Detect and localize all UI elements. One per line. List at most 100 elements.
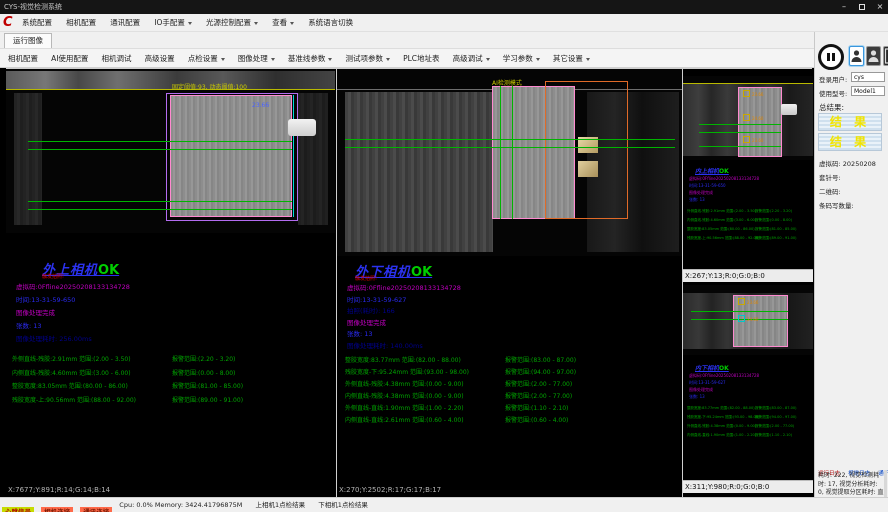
- measurement-row: 内侧直线-残胶:4.60mm 范围:(3.00 - 6.00)报警范围:(0.0…: [12, 367, 332, 381]
- camera-image-outer-upper[interactable]: 固定阈值:93, 动态阈值:100 23.66: [6, 69, 335, 233]
- overlay-green-vline: [512, 86, 513, 219]
- roi-cyan-box: [738, 315, 745, 322]
- camera-info-block: 虚拟码:0Ffline20250208133134728 时间:13-31-59…: [689, 175, 759, 203]
- tool-test-params[interactable]: 测试项参数: [346, 49, 391, 69]
- result-display-2: 结 果: [818, 133, 882, 151]
- upper-camera-spotcheck-link[interactable]: 上相机1点检结果: [256, 499, 306, 511]
- tool-advanced-debug[interactable]: 高级调试: [453, 49, 490, 69]
- info-line: 虚拟码:0Ffline20250208133134728: [16, 281, 130, 294]
- tab-bar: 运行图像: [0, 32, 888, 48]
- virtual-code-row: 虚拟码: 20250208: [819, 158, 876, 168]
- user-login-button[interactable]: [849, 46, 864, 66]
- pixel-coordinate-readout: X:7677;Y:891;R:14;G:14;B:14: [8, 486, 110, 494]
- sidebar: 登录用户: cys 使用型号: Model1 总结果: 结 果 结 果 虚拟码:…: [814, 32, 888, 497]
- trigger-label: 触发拍照!: [355, 275, 377, 282]
- tool-spotcheck-settings[interactable]: 点检设置: [188, 49, 225, 69]
- dropdown-arrow-icon: [221, 58, 225, 61]
- menu-system-config[interactable]: 系统配置: [22, 14, 52, 32]
- app-window: CYS-视觉检测系统 – × C 系统配置 相机配置 通讯配置 IO手配置 光源…: [0, 0, 888, 522]
- menu-camera-config[interactable]: 相机配置: [66, 14, 96, 32]
- maximize-icon[interactable]: [854, 0, 870, 14]
- camera-title: 内上相机OK: [695, 166, 729, 175]
- threshold-overlay-label: 固定阈值:93, 动态阈值:100: [172, 82, 247, 91]
- roi-yellow-box: [743, 90, 750, 97]
- dropdown-arrow-icon: [290, 22, 294, 25]
- lower-camera-spotcheck-link[interactable]: 下相机1点检结果: [318, 499, 368, 511]
- camera-panel-outer-upper: 固定阈值:93, 动态阈值:100 23.66 外上相机OK 触发拍照! 虚拟码…: [6, 69, 335, 497]
- info-line: 图像处理耗时: 256.00ms: [16, 333, 130, 346]
- info-line: 图像处理完成: [689, 386, 759, 393]
- measurement-row: 外侧直线-残胶:4.38mm 范围:(0.00 - 9.00)报警范围:(2.0…: [687, 422, 811, 431]
- ai-mode-overlay-label: AI检测模式: [492, 78, 522, 87]
- roi-value-label: 24.60: [747, 317, 758, 322]
- measurement-row: 外侧直线-残胶:2.91mm 范围:(2.00 - 3.50)报警范围:(2.2…: [687, 207, 811, 216]
- tool-plc-address-table[interactable]: PLC地址表: [403, 49, 439, 69]
- info-line: 图像处理完成: [16, 307, 130, 320]
- menu-io-config[interactable]: IO手配置: [154, 14, 192, 32]
- camera-panel-outer-lower: AI检测模式 外下相机OK 触发拍照! 虚拟码:0Ffline202502081…: [337, 69, 682, 497]
- measurement-row: 残胶宽度-下:95.24mm 范围:(93.00 - 98.00)报警范围:(9…: [345, 367, 680, 379]
- bottom-strip: [0, 512, 888, 522]
- exit-door-icon: [884, 47, 888, 65]
- tool-ai-use-config[interactable]: AI使用配置: [51, 49, 88, 69]
- dropdown-arrow-icon: [536, 58, 540, 61]
- tool-baseline-params[interactable]: 基准线参数: [288, 49, 333, 69]
- overlay-green-line: [28, 149, 292, 150]
- measurement-row: 整胶宽度:83.05mm 范围:(80.00 - 86.00)报警范围:(81.…: [12, 380, 332, 394]
- overlay-green-line: [691, 311, 788, 312]
- close-icon[interactable]: ×: [872, 0, 888, 14]
- info-line: 张数: 13: [347, 329, 461, 341]
- tab-run-image[interactable]: 运行图像: [4, 33, 52, 48]
- minimize-icon[interactable]: –: [836, 0, 852, 14]
- tool-other-settings[interactable]: 其它设置: [553, 49, 590, 69]
- tool-advanced-settings[interactable]: 高级设置: [145, 49, 175, 69]
- tool-camera-debug[interactable]: 相机调试: [102, 49, 132, 69]
- dropdown-arrow-icon: [486, 58, 490, 61]
- info-line: 拍照(耗时): 166: [347, 306, 461, 318]
- overlay-green-line: [345, 139, 675, 140]
- info-line: 图像处理完成: [689, 189, 759, 196]
- model-label: 使用型号:: [819, 88, 847, 98]
- person-icon: [850, 47, 863, 65]
- model-field[interactable]: Model1: [851, 86, 885, 96]
- overlay-green-line: [28, 201, 292, 202]
- measurement-row: 整胶宽度:83.77mm 范围:(82.00 - 88.00)报警范围:(83.…: [687, 404, 811, 413]
- camera-info-block: 虚拟码:0Ffline20250208133134728 时间:13-31-59…: [347, 283, 461, 352]
- exit-button[interactable]: [883, 46, 888, 66]
- camera-image-outer-lower[interactable]: AI检测模式: [337, 69, 682, 256]
- camera-image-inner-lower[interactable]: 23.66 24.60: [683, 285, 813, 355]
- user-manage-button[interactable]: [866, 46, 881, 66]
- roi-value-label: 23.66: [752, 92, 763, 97]
- person-icon: [867, 47, 880, 65]
- measurement-row: 内侧直线-残胶:4.60mm 范围:(3.00 - 6.00)报警范围:(0.0…: [687, 216, 811, 225]
- overlay-green-line: [28, 141, 292, 142]
- camera-image-inner-upper[interactable]: 23.66 24.60 23.60: [683, 76, 813, 160]
- overlay-yellow-line: [6, 89, 335, 90]
- info-line: 时间:13-31-59-627: [347, 295, 461, 307]
- login-user-field[interactable]: cys: [851, 72, 885, 82]
- tool-learning-params[interactable]: 学习参数: [503, 49, 540, 69]
- overlay-green-line: [699, 146, 781, 147]
- menu-view[interactable]: 查看: [272, 14, 294, 32]
- overlay-green-line: [699, 132, 781, 133]
- menu-comm-config[interactable]: 通讯配置: [110, 14, 140, 32]
- menu-light-config[interactable]: 光源控制配置: [206, 14, 258, 32]
- pause-icon: [832, 53, 835, 61]
- roi-value-label: 23.66: [747, 300, 758, 305]
- measurement-row: 残胶宽度-上:90.56mm 范围:(88.00 - 92.00)报警范围:(8…: [12, 394, 332, 408]
- pause-button[interactable]: [818, 44, 844, 70]
- pixel-coordinate-readout: X:311;Y:980;R:0;G:0;B:0: [683, 480, 813, 493]
- machine-column: [14, 93, 42, 225]
- measurement-row: 内侧直线-直线:2.61mm 范围:(0.60 - 4.00)报警范围:(0.6…: [345, 415, 680, 427]
- tool-image-processing[interactable]: 图像处理: [238, 49, 275, 69]
- roi-value-label: 24.60: [752, 116, 763, 121]
- toolbar: 相机配置 AI使用配置 相机调试 高级设置 点检设置 图像处理 基准线参数 测试…: [0, 48, 814, 68]
- dropdown-arrow-icon: [188, 22, 192, 25]
- result-display-1: 结 果: [818, 113, 882, 131]
- menu-language-switch[interactable]: 系统语言切换: [308, 14, 353, 32]
- info-line: 图像处理耗时: 140.00ms: [347, 341, 461, 353]
- tool-camera-config[interactable]: 相机配置: [8, 49, 38, 69]
- measurement-list: 整胶宽度:83.77mm 范围:(82.00 - 88.00)报警范围:(83.…: [687, 404, 811, 440]
- total-result-label: 总结果:: [819, 102, 844, 113]
- measurement-list: 整胶宽度:83.77mm 范围:(82.00 - 88.00)报警范围:(83.…: [345, 355, 680, 427]
